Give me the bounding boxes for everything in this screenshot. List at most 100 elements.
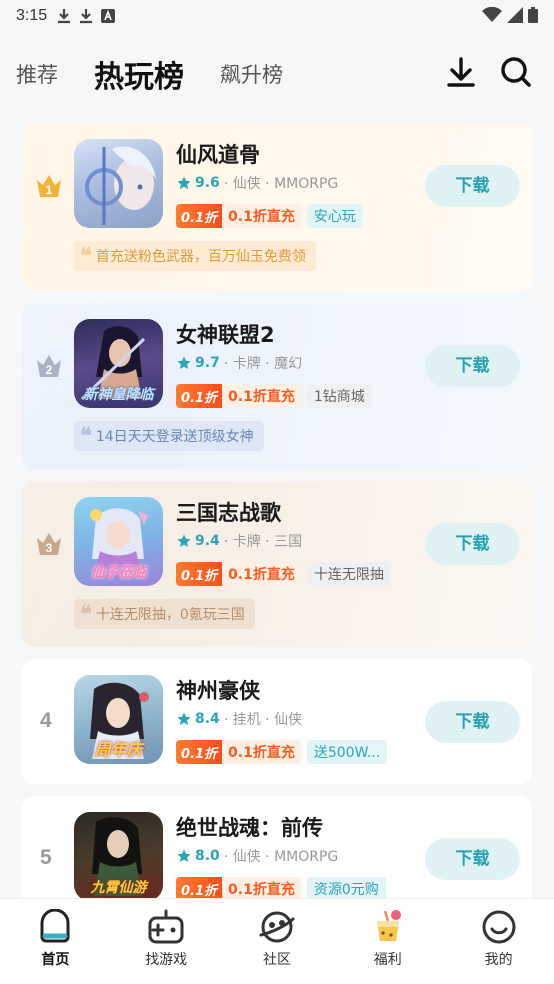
wifi-icon (482, 7, 502, 22)
tag-row: 0.1折 0.1折直充 安心玩 (176, 204, 363, 228)
discount-tag: 0.1折 0.1折直充 (176, 740, 301, 764)
quote-icon: ❝ (80, 423, 92, 449)
rank-gold-badge-icon: 1 (37, 175, 61, 197)
discount-tag: 0.1折 0.1折直充 (176, 384, 301, 408)
star-icon (177, 534, 191, 547)
icon-caption: 九霄仙游 (90, 880, 147, 896)
game-meta: 9.4 · 卡牌 · 三国 (177, 531, 302, 551)
battery-icon (528, 7, 538, 23)
ranking-list: 1 仙风道骨 9.6 · 仙侠 · MMORPG 0.1折 0.1折直充 安心玩… (22, 123, 532, 933)
top-nav-actions (446, 56, 532, 92)
icon-caption: 仙子莅临 (90, 565, 147, 581)
top-tab-bar: 推荐 热玩榜 飙升榜 (0, 40, 554, 108)
smile-profile-icon (482, 910, 516, 944)
quote-icon: ❝ (80, 243, 92, 269)
game-meta: 9.6 · 仙侠 · MMORPG (177, 173, 338, 193)
download-button[interactable]: 下载 (425, 838, 520, 880)
game-genres: · 卡牌 · 魔幻 (223, 356, 303, 372)
game-score: 9.6 (195, 175, 220, 191)
game-title[interactable]: 绝世战魂：前传 (176, 812, 323, 842)
app-notification-icon (101, 9, 116, 23)
tag-row: 0.1折 0.1折直充 送500W... (176, 740, 388, 764)
nav-home[interactable]: 首页 (0, 899, 111, 984)
star-icon (177, 712, 191, 725)
nav-profile[interactable]: 我的 (443, 899, 554, 984)
nav-community[interactable]: 社区 (222, 899, 333, 984)
nav-benefits[interactable]: 福利 (332, 899, 443, 984)
game-score: 8.0 (195, 848, 220, 864)
feature-tag: 安心玩 (306, 204, 363, 228)
highlight-quote: ❝ 十连无限抽，0氪玩三国 (74, 599, 255, 629)
download-button[interactable]: 下载 (425, 523, 520, 565)
discount-text: 0.1折直充 (228, 209, 295, 225)
discount-tag: 0.1折 0.1折直充 (176, 204, 301, 228)
nav-label: 社区 (262, 952, 291, 968)
game-meta: 8.4 · 挂机 · 仙侠 (177, 709, 302, 729)
rank-number: 1 (46, 183, 53, 197)
highlight-quote: ❝ 14日天天登录送顶级女神 (74, 421, 264, 451)
download-icon[interactable] (446, 56, 476, 92)
rank-number: 2 (46, 363, 53, 377)
game-title[interactable]: 神州豪侠 (176, 675, 260, 705)
game-card[interactable]: 2 新神皇降临 女神联盟2 9.7 · 卡牌 · 魔幻 0.1折 0.1折直充 … (22, 303, 532, 469)
status-time: 3:15 (16, 7, 48, 24)
tab-recommend[interactable]: 推荐 (16, 59, 58, 89)
search-icon[interactable] (500, 56, 532, 92)
download-status-icon (79, 8, 93, 24)
game-genres: · 仙侠 · MMORPG (223, 849, 339, 865)
download-status-icon (57, 8, 71, 24)
nav-label: 首页 (41, 952, 70, 968)
tab-hot-play[interactable]: 热玩榜 (94, 52, 184, 96)
discount-text: 0.1折直充 (228, 389, 295, 405)
bottom-nav-bar: 首页 找游戏 社区 福利 我的 (0, 898, 554, 984)
game-icon[interactable]: 周年庆 (74, 675, 163, 764)
game-score: 8.4 (195, 711, 220, 727)
game-title[interactable]: 仙风道骨 (176, 139, 260, 169)
game-icon[interactable]: 仙子莅临 (74, 497, 163, 586)
download-button[interactable]: 下载 (425, 165, 520, 207)
game-meta: 8.0 · 仙侠 · MMORPG (177, 846, 338, 866)
nav-label: 福利 (373, 952, 402, 968)
discount-tag: 0.1折 0.1折直充 (176, 562, 301, 586)
star-icon (177, 176, 191, 189)
star-icon (177, 849, 191, 862)
nav-label: 找游戏 (145, 952, 188, 968)
tag-row: 0.1折 0.1折直充 十连无限抽 (176, 562, 391, 586)
discount-badge: 0.1折 (176, 384, 223, 408)
game-genres: · 卡牌 · 三国 (223, 534, 303, 550)
rank-bronze-badge-icon: 3 (37, 533, 61, 555)
discount-badge: 0.1折 (176, 740, 223, 764)
game-icon[interactable]: 九霄仙游 (74, 812, 163, 901)
game-title[interactable]: 三国志战歌 (176, 497, 281, 527)
status-bar: 3:15 (0, 0, 554, 32)
feature-tag: 十连无限抽 (306, 562, 391, 586)
quote-icon: ❝ (80, 601, 92, 627)
download-button[interactable]: 下载 (425, 701, 520, 743)
game-card[interactable]: 3 仙子莅临 三国志战歌 9.4 · 卡牌 · 三国 0.1折 0.1折直充 十… (22, 481, 532, 647)
game-icon[interactable] (74, 139, 163, 228)
gamepad-icon (148, 909, 184, 944)
nav-find-games[interactable]: 找游戏 (111, 899, 222, 984)
download-button[interactable]: 下载 (425, 345, 520, 387)
rank-silver-badge-icon: 2 (37, 355, 61, 377)
tab-rising[interactable]: 飙升榜 (220, 59, 283, 89)
star-icon (177, 356, 191, 369)
tag-row: 0.1折 0.1折直充 1钻商城 (176, 384, 372, 408)
discount-text: 0.1折直充 (228, 882, 295, 898)
feature-tag: 1钻商城 (306, 384, 372, 408)
game-score: 9.7 (195, 355, 220, 371)
discount-text: 0.1折直充 (228, 567, 295, 583)
game-genres: · 仙侠 · MMORPG (223, 176, 339, 192)
game-card[interactable]: 1 仙风道骨 9.6 · 仙侠 · MMORPG 0.1折 0.1折直充 安心玩… (22, 123, 532, 291)
icon-caption: 新神皇降临 (83, 387, 154, 403)
rank-number: 4 (40, 709, 52, 732)
icon-caption: 周年庆 (94, 740, 143, 759)
game-title[interactable]: 女神联盟2 (176, 319, 275, 349)
feature-tag: 送500W... (306, 740, 388, 764)
game-score: 9.4 (195, 533, 220, 549)
highlight-quote: ❝ 首充送粉色武器，百万仙玉免费领 (74, 241, 316, 271)
highlight-text: 十连无限抽，0氪玩三国 (95, 607, 245, 623)
game-icon[interactable]: 新神皇降临 (74, 319, 163, 408)
game-meta: 9.7 · 卡牌 · 魔幻 (177, 353, 302, 373)
game-card[interactable]: 4 周年庆 神州豪侠 8.4 · 挂机 · 仙侠 0.1折 0.1折直充 送50… (22, 659, 532, 784)
